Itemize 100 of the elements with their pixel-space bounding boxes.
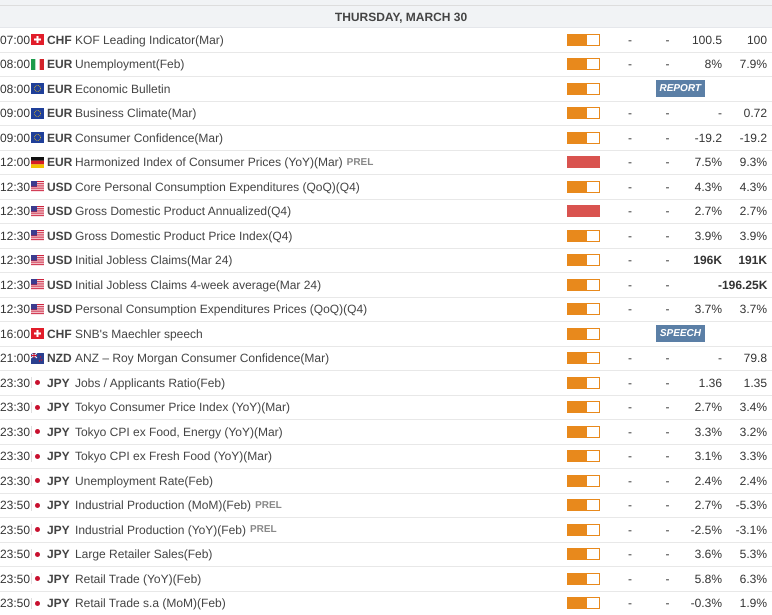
previous-value: 0.72	[742, 105, 767, 122]
actual-value: -	[627, 595, 633, 612]
currency-code: JPY	[47, 595, 71, 612]
actual-value: -	[627, 105, 633, 122]
date-header: THURSDAY, MARCH 30	[334, 8, 468, 26]
event-name[interactable]: Economic Bulletin	[75, 80, 170, 98]
consensus-value: 3.9%	[694, 228, 722, 245]
preliminary-tag: PREL	[255, 498, 282, 513]
event-time: 23:50	[0, 595, 29, 612]
event-time: 12:30	[0, 301, 29, 318]
deviation-value: -	[664, 424, 670, 441]
deviation-value: -	[664, 570, 670, 588]
event-name[interactable]: Gross Domestic Product Price Index(Q4)	[75, 226, 292, 245]
event-name[interactable]: Business Climate(Mar)	[75, 104, 196, 122]
consensus-value: 100.5	[690, 32, 722, 49]
event-name[interactable]: Unemployment(Feb)	[75, 55, 184, 74]
consensus-value: -2.5%	[690, 522, 722, 539]
deviation-value: -	[664, 130, 670, 147]
event-name[interactable]: Tokyo Consumer Price Index (YoY)(Mar)	[75, 398, 290, 416]
event-time: 12:30	[0, 178, 29, 196]
deviation-value: -	[664, 276, 670, 294]
event-name[interactable]: Core Personal Consumption Expenditures (QoQ)(Q4)	[75, 178, 360, 196]
previous-value: 3.7%	[738, 301, 767, 318]
consensus-value: 196K	[692, 252, 722, 270]
event-name[interactable]: Gross Domestic Product Annualized(Q4)	[75, 202, 292, 220]
previous-value: 100	[746, 32, 767, 49]
consensus-value: 2.7%	[694, 203, 722, 220]
deviation-value: -	[664, 178, 670, 196]
previous-value: 1.35	[742, 374, 767, 392]
event-name[interactable]: SNB's Maechler speech	[75, 324, 203, 343]
consensus-value: 1.36	[698, 374, 722, 392]
actual-value: -	[627, 32, 633, 49]
previous-value: 3.3%	[738, 448, 767, 466]
previous-value: 2.7%	[738, 203, 767, 220]
event-time: 09:00	[0, 130, 29, 147]
eu-flag-icon	[31, 108, 44, 119]
event-name[interactable]: KOF Leading Indicator(Mar)	[75, 30, 224, 49]
actual-value: -	[627, 276, 633, 294]
swiss-flag-icon	[31, 34, 44, 46]
actual-value: -	[627, 154, 633, 172]
currency-code: NZD	[47, 350, 71, 368]
currency-code: USD	[47, 203, 71, 220]
deviation-value: -	[664, 522, 670, 539]
event-name[interactable]: Unemployment Rate(Feb)	[75, 472, 214, 490]
event-name[interactable]: Retail Trade s.a (MoM)(Feb)	[75, 594, 226, 612]
previous-value: 1.9%	[738, 595, 767, 612]
event-name[interactable]: Consumer Confidence(Mar)	[75, 128, 224, 147]
event-type-label: SPEECH	[656, 325, 705, 342]
actual-value: -	[627, 56, 633, 74]
consensus-value: 8%	[704, 56, 722, 74]
us-flag-icon	[31, 279, 44, 290]
consensus-value: -	[717, 276, 722, 294]
preliminary-tag: PREL	[346, 154, 374, 170]
previous-value: -5.3%	[734, 497, 767, 514]
actual-value: -	[627, 399, 633, 416]
us-flag-icon	[31, 206, 44, 217]
consensus-value: -19.2	[694, 130, 722, 147]
preliminary-tag: PREL	[250, 522, 277, 538]
event-name[interactable]: Jobs / Applicants Ratio(Feb)	[75, 374, 226, 392]
event-name[interactable]: Personal Consumption Expenditures Prices (QoQ)(Q4)	[75, 300, 368, 318]
consensus-value: 3.6%	[694, 546, 722, 564]
event-time: 12:30	[0, 203, 29, 220]
consensus-value: -0.3%	[690, 595, 722, 612]
deviation-value: -	[664, 472, 670, 490]
event-name[interactable]: Tokyo CPI ex Food, Energy (YoY)(Mar)	[75, 422, 283, 441]
event-name[interactable]: Industrial Production (MoM)(Feb)	[75, 496, 252, 514]
actual-value: -	[627, 522, 633, 539]
actual-value: -	[627, 570, 633, 588]
swiss-flag-icon	[31, 328, 44, 340]
us-flag-icon	[31, 181, 44, 192]
consensus-value: 2.7%	[694, 497, 722, 514]
event-name[interactable]: Harmonized Index of Consumer Prices (YoY)(Mar)	[75, 153, 343, 172]
previous-value: 9.3%	[738, 154, 767, 172]
currency-code: JPY	[47, 570, 71, 588]
event-name[interactable]: Tokyo CPI ex Fresh Food (YoY)(Mar)	[75, 447, 272, 466]
currency-code: JPY	[47, 424, 71, 441]
event-name[interactable]: Initial Jobless Claims(Mar 24)	[75, 251, 232, 270]
consensus-value: -	[717, 105, 722, 122]
currency-code: USD	[47, 178, 71, 196]
actual-value: -	[627, 448, 633, 466]
consensus-value: 3.7%	[694, 301, 722, 318]
actual-value: -	[627, 203, 633, 220]
event-name[interactable]: Retail Trade (YoY)(Feb)	[75, 570, 202, 588]
event-time: 07:00	[0, 32, 29, 49]
currency-code: USD	[47, 276, 71, 294]
actual-value: -	[627, 130, 633, 147]
event-name[interactable]: Large Retailer Sales(Feb)	[75, 545, 212, 564]
event-time: 23:30	[0, 399, 29, 416]
actual-value: -	[627, 546, 633, 564]
event-name[interactable]: ANZ – Roy Morgan Consumer Confidence(Mar)	[75, 349, 330, 368]
consensus-value: 2.4%	[694, 472, 722, 490]
actual-value: -	[627, 497, 633, 514]
event-name[interactable]: Initial Jobless Claims 4-week average(Mar 24)	[75, 276, 322, 294]
previous-value: 3.9%	[738, 228, 767, 245]
previous-value: 3.2%	[738, 424, 767, 441]
previous-value: -3.1%	[734, 522, 767, 539]
event-name[interactable]: Industrial Production (YoY)(Feb)	[75, 520, 246, 539]
currency-code: JPY	[47, 546, 71, 564]
event-time: 23:30	[0, 448, 29, 466]
deviation-value: -	[664, 374, 670, 392]
